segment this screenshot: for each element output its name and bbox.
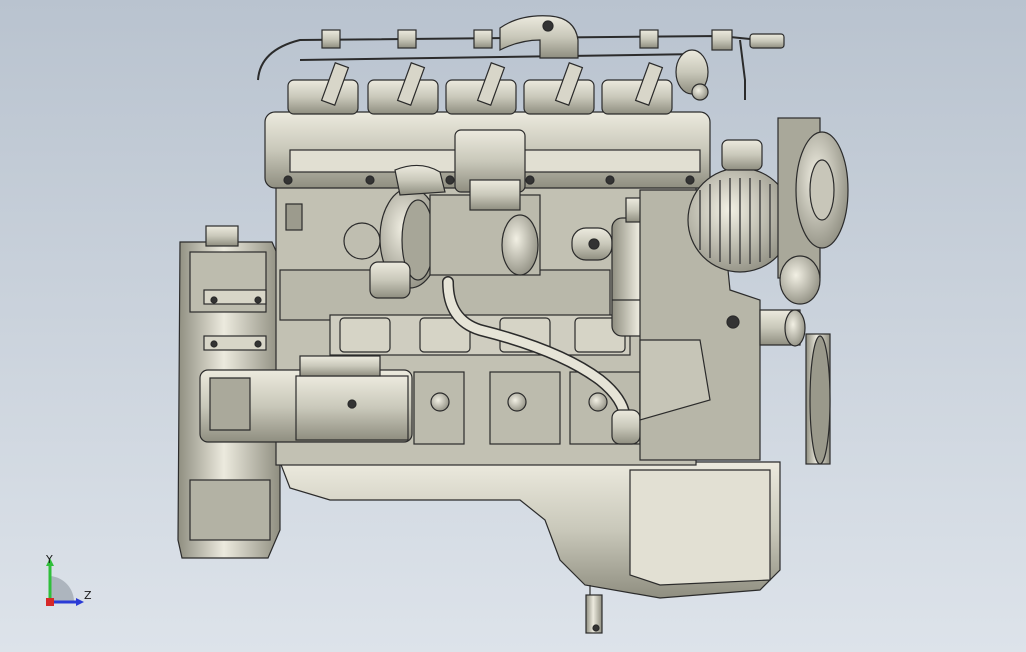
z-axis-arrow [76, 598, 84, 606]
z-axis-label: Z [84, 589, 92, 602]
pulley-crank [805, 333, 831, 465]
graphics-viewport[interactable]: Y Z [0, 0, 1026, 652]
engine-model[interactable] [0, 0, 1026, 652]
triad-graphic [46, 558, 84, 606]
coordinate-triad: Y Z [36, 552, 96, 612]
y-axis-label: Y [46, 553, 53, 566]
x-axis-marker [46, 598, 54, 606]
pulley-idler [779, 255, 821, 305]
